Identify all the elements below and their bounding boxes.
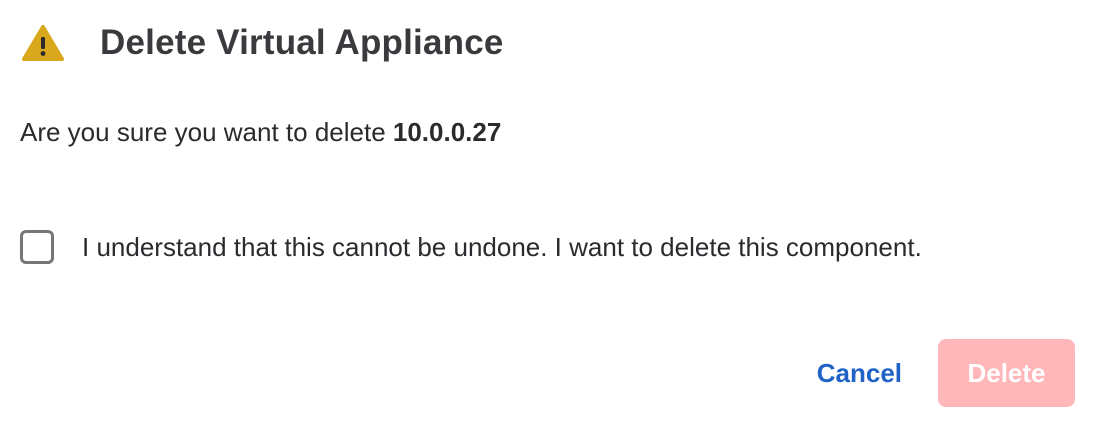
confirm-checkbox-label[interactable]: I understand that this cannot be undone.… — [82, 232, 922, 263]
dialog-header: Delete Virtual Appliance — [22, 20, 504, 66]
warning-triangle-icon — [22, 25, 64, 61]
target-appliance-name: 10.0.0.27 — [392, 117, 502, 147]
dialog-actions: Cancel Delete — [807, 339, 1075, 407]
confirmation-message: Are you sure you want to delete 10.0.0.2… — [20, 117, 501, 148]
confirm-row[interactable]: I understand that this cannot be undone.… — [20, 227, 922, 267]
confirm-checkbox[interactable] — [20, 230, 54, 264]
delete-appliance-dialog: Delete Virtual Appliance Are you sure yo… — [0, 0, 1100, 438]
message-text: Are you sure you want to delete — [20, 117, 393, 147]
dialog-title: Delete Virtual Appliance — [100, 23, 504, 62]
cancel-button[interactable]: Cancel — [807, 339, 912, 407]
delete-button[interactable]: Delete — [938, 339, 1075, 407]
